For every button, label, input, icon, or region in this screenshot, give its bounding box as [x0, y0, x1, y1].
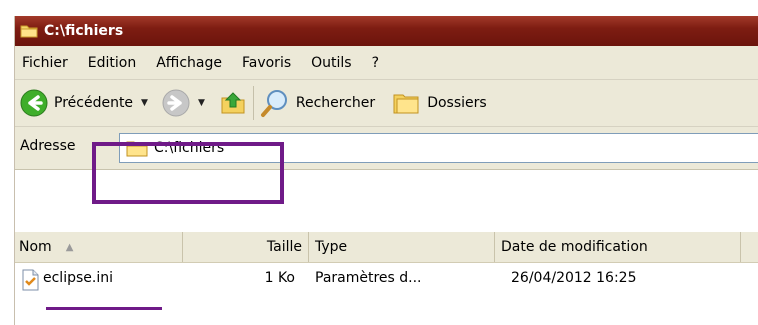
window-title: C:\fichiers	[44, 23, 124, 39]
address-label: Adresse	[20, 138, 76, 154]
toolbar-separator	[252, 86, 254, 120]
column-header-extra[interactable]	[741, 232, 758, 262]
back-button[interactable]: Précédente ▼	[20, 83, 148, 123]
folder-icon	[20, 25, 38, 38]
search-button[interactable]: Rechercher	[260, 83, 375, 123]
column-name-label: Nom	[19, 239, 52, 255]
search-icon	[260, 90, 287, 117]
file-type: Paramètres d...	[315, 270, 422, 286]
back-label: Précédente	[54, 95, 134, 111]
menu-bar: Fichier Edition Affichage Favoris Outils…	[15, 46, 758, 80]
list-header: Nom ▲ Taille Type Date de modification	[15, 232, 758, 263]
up-folder-icon	[221, 92, 245, 114]
file-size: 1 Ko	[264, 270, 295, 286]
menu-outils[interactable]: Outils	[311, 55, 351, 71]
list-item[interactable]: eclipse.ini 1 Ko Paramètres d... 26/04/2…	[15, 266, 758, 294]
back-dropdown-icon[interactable]: ▼	[141, 98, 148, 108]
file-name: eclipse.ini	[43, 270, 113, 286]
column-date-label: Date de modification	[501, 239, 648, 255]
column-header-type[interactable]: Type	[309, 232, 495, 262]
toolbar: Précédente ▼ ▼ Rechercher Dossiers	[15, 80, 758, 127]
column-header-name[interactable]: Nom ▲	[15, 232, 183, 262]
column-header-size[interactable]: Taille	[183, 232, 309, 262]
up-folder-button[interactable]	[219, 83, 247, 123]
sort-ascending-icon: ▲	[65, 241, 74, 253]
column-header-date[interactable]: Date de modification	[495, 232, 741, 262]
forward-arrow-icon	[162, 89, 190, 117]
menu-affichage[interactable]: Affichage	[156, 55, 222, 71]
back-arrow-icon	[20, 89, 48, 117]
settings-file-icon	[22, 269, 39, 291]
search-label: Rechercher	[295, 95, 376, 111]
forward-dropdown-icon[interactable]: ▼	[198, 98, 205, 108]
column-type-label: Type	[315, 239, 348, 255]
column-size-label: Taille	[266, 239, 302, 255]
folders-button[interactable]: Dossiers	[391, 83, 487, 123]
folders-icon	[393, 94, 419, 114]
address-highlight-annotation	[92, 142, 284, 204]
title-bar[interactable]: C:\fichiers	[15, 16, 758, 46]
menu-edition[interactable]: Edition	[88, 55, 136, 71]
forward-button[interactable]: ▼	[162, 83, 205, 123]
menu-fichier[interactable]: Fichier	[22, 55, 68, 71]
menu-favoris[interactable]: Favoris	[242, 55, 291, 71]
menu-help[interactable]: ?	[372, 55, 379, 71]
file-underline-annotation	[46, 307, 162, 310]
folders-label: Dossiers	[427, 95, 487, 111]
file-date: 26/04/2012 16:25	[511, 270, 637, 286]
